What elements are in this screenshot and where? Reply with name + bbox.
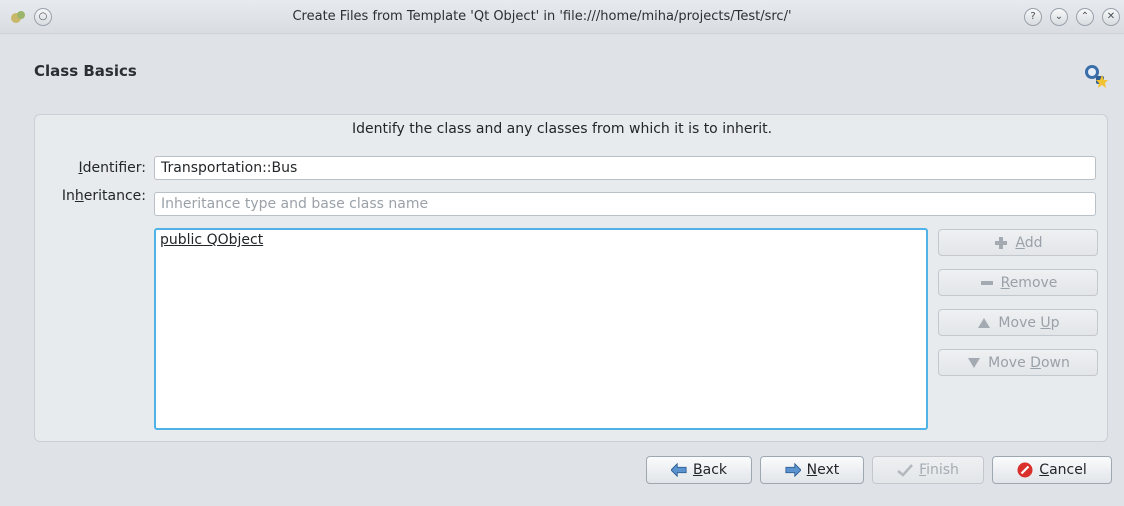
instruction-text: Identify the class and any classes from … (351, 121, 773, 137)
cancel-button[interactable]: Cancel (992, 456, 1112, 484)
back-label-mnemonic: B (693, 462, 703, 478)
next-label-post: ext (817, 462, 840, 478)
cancel-label: Cancel (1039, 462, 1086, 478)
add-label-post: dd (1024, 234, 1043, 251)
class-wizard-icon (1085, 65, 1108, 88)
move-up-label-pre: Move (998, 314, 1041, 331)
triangle-down-icon (966, 355, 982, 371)
page-title: Class Basics (34, 62, 137, 80)
remove-button[interactable]: Remove (938, 269, 1098, 296)
arrow-right-icon (785, 462, 801, 478)
list-item[interactable]: public QObject (160, 232, 263, 248)
chevron-down-icon: ⌄ (1054, 11, 1064, 22)
help-button[interactable]: ? (1024, 8, 1042, 26)
next-label-mnemonic: N (806, 462, 818, 478)
move-down-label-pre: Move (988, 354, 1031, 371)
inheritance-label-prefix: In (61, 188, 75, 204)
next-label: Next (807, 462, 840, 478)
move-down-label-post: own (1040, 354, 1070, 371)
add-label-mnemonic: A (1015, 234, 1025, 251)
identifier-input[interactable]: Transportation::Bus (154, 156, 1096, 180)
inheritance-input[interactable]: Inheritance type and base class name (154, 192, 1096, 216)
window-titlebar[interactable]: ○ Create Files from Template 'Qt Object'… (0, 0, 1124, 34)
finish-label-post: inish (926, 462, 959, 478)
checkmark-icon (897, 462, 913, 478)
cancel-label-post: ancel (1049, 462, 1087, 478)
remove-label: Remove (1001, 275, 1058, 291)
finish-label: Finish (919, 462, 959, 478)
remove-label-post: emove (1009, 274, 1058, 291)
back-label: Back (693, 462, 727, 478)
back-button[interactable]: Back (646, 456, 752, 484)
finish-button[interactable]: Finish (872, 456, 984, 484)
chevron-up-icon: ⌃ (1080, 11, 1090, 22)
inheritance-label-mnemonic: h (74, 188, 84, 204)
plus-icon (993, 235, 1009, 251)
identifier-label-rest: dentifier: (82, 160, 146, 176)
add-button[interactable]: Add (938, 229, 1098, 256)
triangle-up-icon (976, 315, 992, 331)
remove-label-mnemonic: R (1000, 274, 1010, 291)
inheritance-label: Inheritance: (36, 188, 146, 204)
inheritance-list[interactable]: public QObject (154, 228, 928, 430)
inheritance-label-rest: eritance: (83, 188, 146, 204)
close-icon: ✕ (1106, 11, 1116, 22)
close-button[interactable]: ✕ (1102, 8, 1120, 26)
cancel-label-mnemonic: C (1039, 462, 1050, 478)
move-down-label: Move Down (988, 355, 1070, 371)
identifier-label: Identifier: (40, 160, 146, 176)
move-up-label-post: p (1050, 314, 1060, 331)
back-label-post: ack (702, 462, 727, 478)
move-down-button[interactable]: Move Down (938, 349, 1098, 376)
window-title: Create Files from Template 'Qt Object' i… (292, 9, 792, 24)
add-label: Add (1015, 235, 1042, 251)
cancel-icon (1017, 462, 1033, 478)
minimize-button[interactable]: ⌄ (1050, 8, 1068, 26)
move-up-label-mnemonic: U (1040, 314, 1051, 331)
move-up-label: Move Up (998, 315, 1059, 331)
question-icon: ? (1030, 11, 1036, 22)
arrow-left-icon (671, 462, 687, 478)
move-down-label-mnemonic: D (1030, 354, 1041, 371)
minus-icon (979, 275, 995, 291)
maximize-button[interactable]: ⌃ (1076, 8, 1094, 26)
next-button[interactable]: Next (760, 456, 864, 484)
move-up-button[interactable]: Move Up (938, 309, 1098, 336)
